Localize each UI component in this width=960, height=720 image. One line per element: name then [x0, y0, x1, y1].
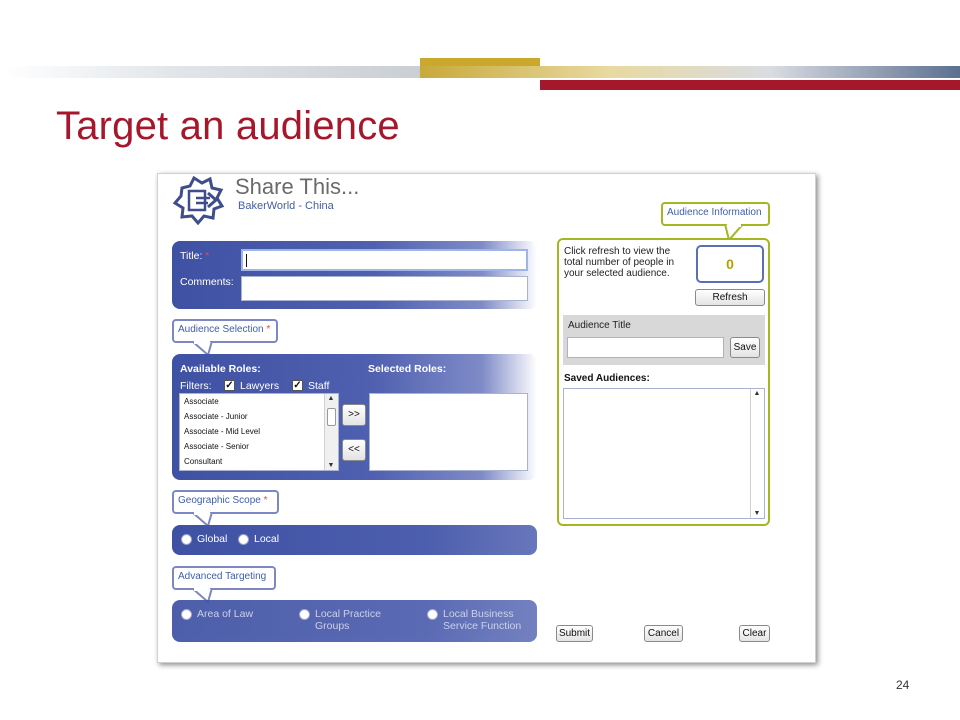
refresh-button[interactable]: Refresh	[695, 289, 765, 306]
audience-title-input[interactable]	[567, 337, 724, 358]
area-of-law-radio[interactable]	[181, 609, 192, 620]
scroll-down-arrow-icon[interactable]: ▼	[750, 510, 764, 517]
header-gradient-bar	[0, 66, 430, 78]
lawyers-filter-label: Lawyers	[240, 380, 280, 392]
geographic-scope-panel: Global Local	[172, 525, 537, 555]
list-item[interactable]: Associate	[180, 394, 338, 409]
scroll-up-arrow-icon[interactable]: ▲	[750, 390, 764, 397]
audience-title-label: Audience Title	[568, 320, 631, 331]
comments-input[interactable]	[241, 276, 528, 301]
app-title: Share This...	[235, 174, 360, 199]
scrollbar[interactable]: ▲ ▼	[324, 394, 338, 470]
scrollbar[interactable]: ▲ ▼	[750, 389, 764, 518]
refresh-description: Click refresh to view the total number o…	[564, 246, 675, 279]
list-item[interactable]: Associate - Junior	[180, 409, 338, 424]
list-item[interactable]: Consultant	[180, 454, 338, 469]
selected-roles-list[interactable]	[369, 393, 528, 471]
share-this-screenshot: Share This... BakerWorld - China Title: …	[157, 173, 816, 663]
audience-selection-callout: Audience Selection *	[172, 319, 278, 343]
global-label: Global	[197, 533, 228, 545]
remove-role-button[interactable]: <<	[342, 439, 366, 461]
staff-checkbox[interactable]: ✓	[292, 380, 303, 391]
title-input[interactable]	[241, 249, 528, 271]
area-of-law-label: Area of Law	[197, 608, 254, 620]
share-logo-icon	[172, 175, 225, 226]
selected-roles-label: Selected Roles:	[368, 363, 447, 375]
header-gold-bar	[420, 58, 540, 66]
global-radio[interactable]	[181, 534, 192, 545]
submit-button[interactable]: Submit	[556, 625, 593, 642]
title-comments-panel: Title: * Comments:	[172, 241, 537, 309]
available-roles-list[interactable]: Associate Associate - Junior Associate -…	[179, 393, 339, 471]
clear-button[interactable]: Clear	[739, 625, 770, 642]
audience-selection-panel: Available Roles: Selected Roles: Filters…	[172, 354, 537, 480]
local-practice-groups-label: Local Practice Groups	[315, 608, 381, 632]
local-business-service-label: Local Business Service Function	[443, 608, 522, 632]
geographic-scope-callout: Geographic Scope *	[172, 490, 279, 514]
saved-audiences-list[interactable]: ▲ ▼	[563, 388, 765, 519]
list-item[interactable]: Associate - Mid Level	[180, 424, 338, 439]
list-item[interactable]: Associate - Senior	[180, 439, 338, 454]
audience-title-section: Audience Title Save	[563, 315, 765, 365]
available-roles-label: Available Roles:	[180, 363, 261, 375]
scroll-thumb[interactable]	[327, 408, 336, 426]
local-practice-groups-radio[interactable]	[299, 609, 310, 620]
checkmark-icon: ✓	[293, 380, 302, 391]
header-red-bar	[540, 80, 960, 90]
comments-label: Comments:	[180, 276, 234, 288]
page-number: 24	[896, 678, 910, 692]
add-role-button[interactable]: >>	[342, 404, 366, 426]
save-button[interactable]: Save	[730, 337, 760, 358]
text-cursor	[246, 254, 247, 267]
lawyers-checkbox[interactable]: ✓	[224, 380, 235, 391]
title-label: Title: *	[180, 250, 210, 262]
audience-information-panel: Click refresh to view the total number o…	[557, 238, 770, 526]
checkmark-icon: ✓	[225, 380, 234, 391]
advanced-targeting-panel: Area of Law Local Practice Groups Local …	[172, 600, 537, 642]
scroll-up-arrow-icon[interactable]: ▲	[324, 395, 338, 402]
filters-label: Filters:	[180, 380, 212, 392]
header-gradient-bar-right	[420, 66, 960, 78]
app-subtitle: BakerWorld - China	[238, 200, 334, 212]
local-label: Local	[254, 533, 280, 545]
saved-audiences-label: Saved Audiences:	[564, 373, 650, 384]
scroll-down-arrow-icon[interactable]: ▼	[324, 462, 338, 469]
local-business-service-radio[interactable]	[427, 609, 438, 620]
cancel-button[interactable]: Cancel	[644, 625, 683, 642]
audience-information-callout: Audience Information	[661, 202, 770, 226]
slide-title: Target an audience	[56, 104, 400, 148]
advanced-targeting-callout: Advanced Targeting	[172, 566, 276, 590]
audience-count: 0	[696, 245, 764, 283]
staff-filter-label: Staff	[308, 380, 330, 392]
local-radio[interactable]	[238, 534, 249, 545]
